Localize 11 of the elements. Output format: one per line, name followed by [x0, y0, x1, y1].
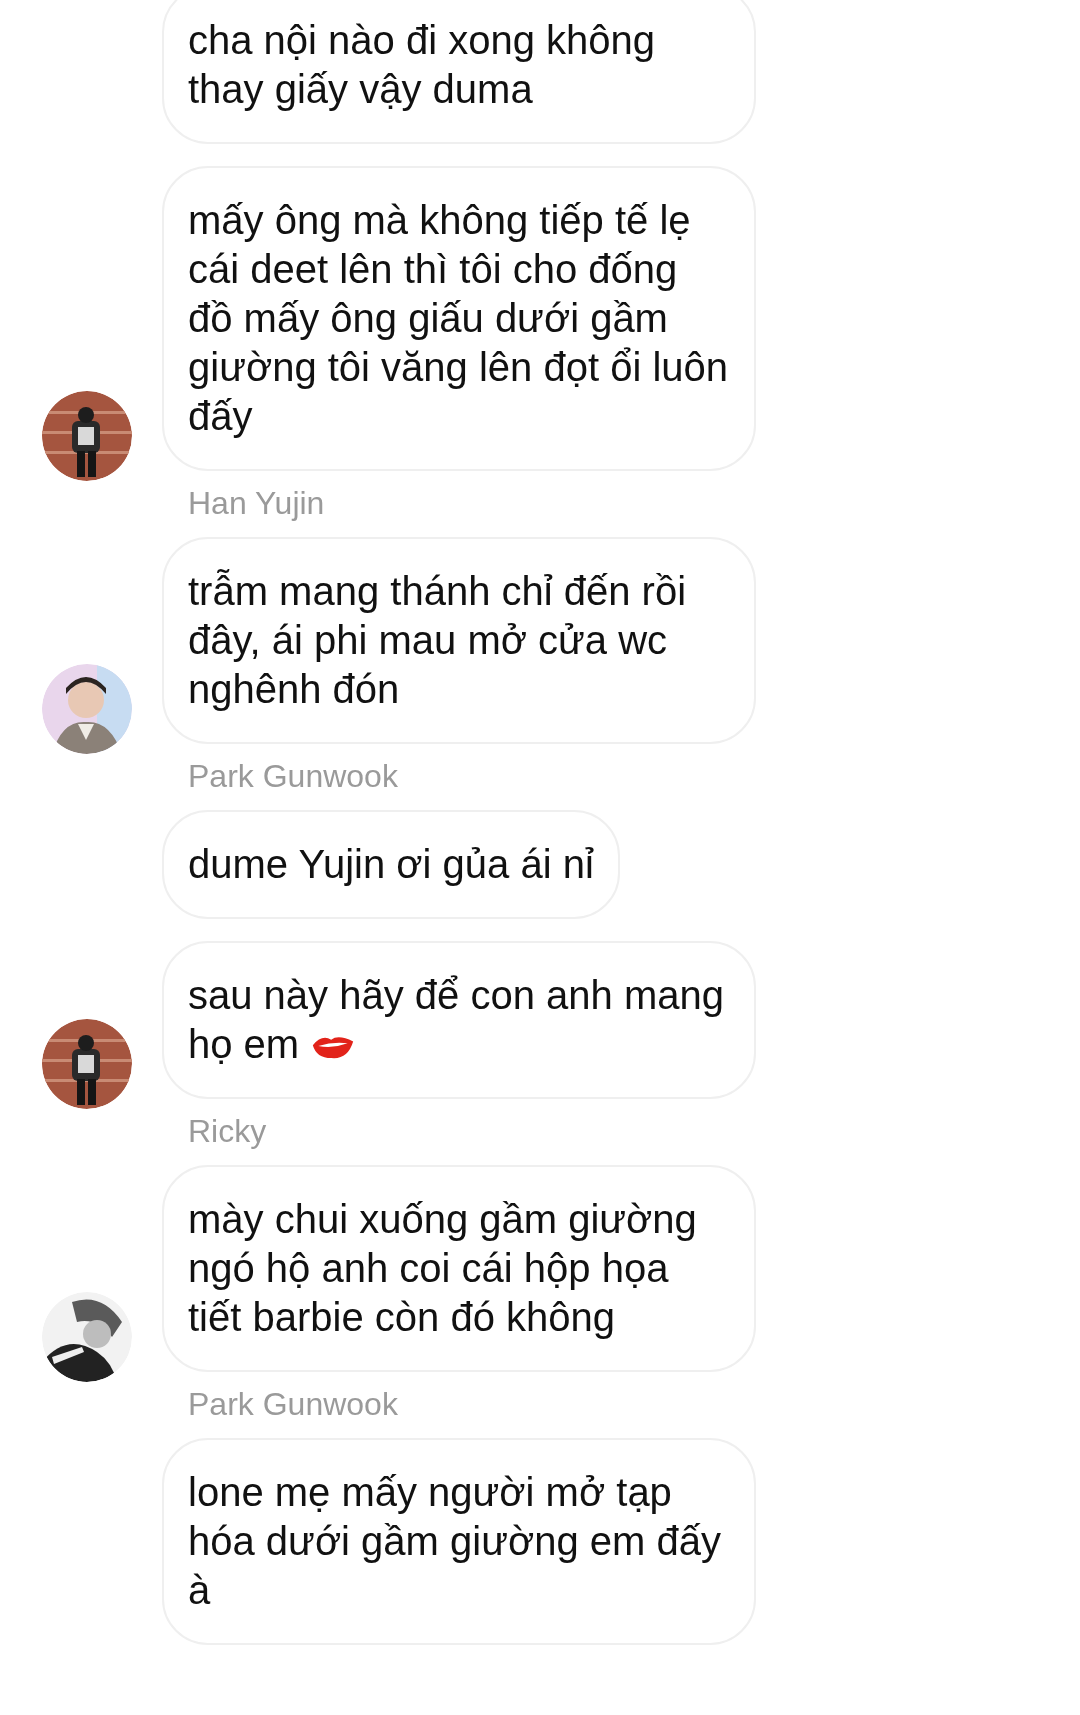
message-text: lone mẹ mấy người mở tạp hóa dưới gầm giường em đấy à [188, 1469, 722, 1614]
message-text: trẫm mang thánh chỉ đến rồi đây, ái phi mau mở cửa wc nghênh đón [188, 568, 688, 713]
message-text: dume Yujin ơi gủa ái nỉ [188, 841, 594, 888]
sender-name: Park Gunwook [188, 1385, 399, 1424]
sender-name: Ricky [188, 1112, 268, 1151]
message-text: cha nội nào đi xong không thay giấy vậy duma [188, 17, 657, 113]
message-text: mấy ông mà không tiếp tế lẹ cái deet lên thì tôi cho đống đồ mấy ông giấu dưới gầm giường tôi văng lên đọt ổi luôn đấy [188, 197, 730, 440]
message-text: mày chui xuống gầm giường ngó hộ anh coi cái hộp họa tiết barbie còn đó không [188, 1196, 698, 1341]
sender-name: Han Yujin [188, 484, 326, 523]
message-text: sau này hãy để con anh mang họ em [188, 972, 725, 1068]
sender-name: Park Gunwook [188, 757, 399, 796]
